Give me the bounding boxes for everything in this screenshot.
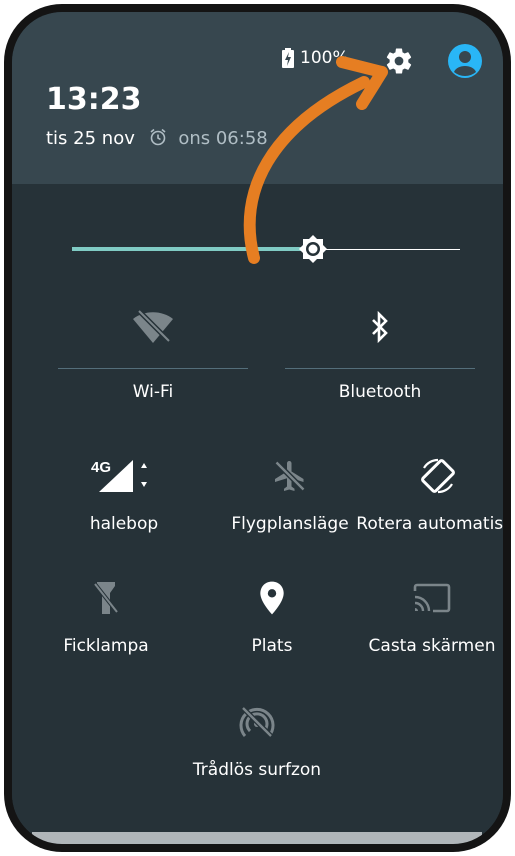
clock-time[interactable]: 13:23 — [46, 82, 142, 117]
bluetooth-icon — [372, 311, 388, 343]
flashlight-off-icon — [93, 582, 119, 614]
settings-gear-icon[interactable] — [384, 46, 414, 76]
cast-icon — [413, 583, 451, 613]
airplane-icon — [274, 460, 306, 492]
tile-label: Plats — [251, 636, 293, 656]
signal-4g-icon: 4G — [91, 459, 147, 492]
brightness-fill — [72, 247, 313, 251]
status-header: 100% 13:23 tis 25 nov ons 06:58 — [12, 12, 503, 184]
tile-bluetooth[interactable]: Bluetooth — [285, 302, 475, 422]
battery-percent: 100% — [300, 48, 349, 68]
tile-tradlos-surfzon[interactable]: Trådlös surfzon — [175, 698, 339, 798]
background-app-strip — [32, 832, 482, 844]
brightness-thumb-icon[interactable] — [298, 234, 328, 264]
battery-charging-icon — [282, 48, 294, 68]
tile-label: halebop — [89, 514, 159, 534]
date-text: tis 25 nov — [46, 128, 135, 149]
next-alarm-text: ons 06:58 — [178, 128, 268, 149]
location-pin-icon — [260, 581, 284, 615]
battery-status: 100% — [282, 48, 349, 68]
date-alarm-row[interactable]: tis 25 nov ons 06:58 — [46, 128, 268, 149]
wifi-off-icon — [133, 309, 173, 343]
tile-rotera-automatiskt[interactable]: Rotera automatiskt — [356, 452, 503, 552]
user-avatar-icon[interactable] — [448, 44, 482, 78]
divider — [58, 368, 248, 369]
tile-wifi[interactable]: Wi-Fi — [58, 302, 248, 422]
signal-type-text: 4G — [91, 459, 111, 476]
tile-casta-skarmen[interactable]: Casta skärmen — [350, 574, 503, 674]
brightness-slider[interactable] — [72, 232, 462, 266]
tile-label: Rotera automatiskt — [356, 514, 503, 534]
tile-label: Trådlös surfzon — [192, 760, 322, 780]
tile-plats[interactable]: Plats — [190, 574, 354, 674]
hotspot-off-icon — [239, 706, 275, 738]
tile-label: Flygplansläge — [231, 514, 349, 534]
phone-frame: 100% 13:23 tis 25 nov ons 06:58 Wi-Fi Bl… — [4, 4, 511, 852]
divider — [285, 368, 475, 369]
tile-halebop[interactable]: 4G halebop — [42, 452, 206, 552]
tile-label: Ficklampa — [63, 636, 149, 656]
tile-label: Wi-Fi — [132, 382, 174, 402]
rotate-icon — [421, 458, 455, 494]
quick-settings-screen: 100% 13:23 tis 25 nov ons 06:58 Wi-Fi Bl… — [12, 12, 503, 844]
tile-flygplanslage[interactable]: Flygplansläge — [208, 452, 372, 552]
alarm-clock-icon — [150, 128, 166, 146]
page: 100% 13:23 tis 25 nov ons 06:58 Wi-Fi Bl… — [0, 0, 515, 856]
tile-label: Casta skärmen — [368, 636, 496, 656]
tile-label: Bluetooth — [338, 382, 422, 402]
tile-ficklampa[interactable]: Ficklampa — [24, 574, 188, 674]
